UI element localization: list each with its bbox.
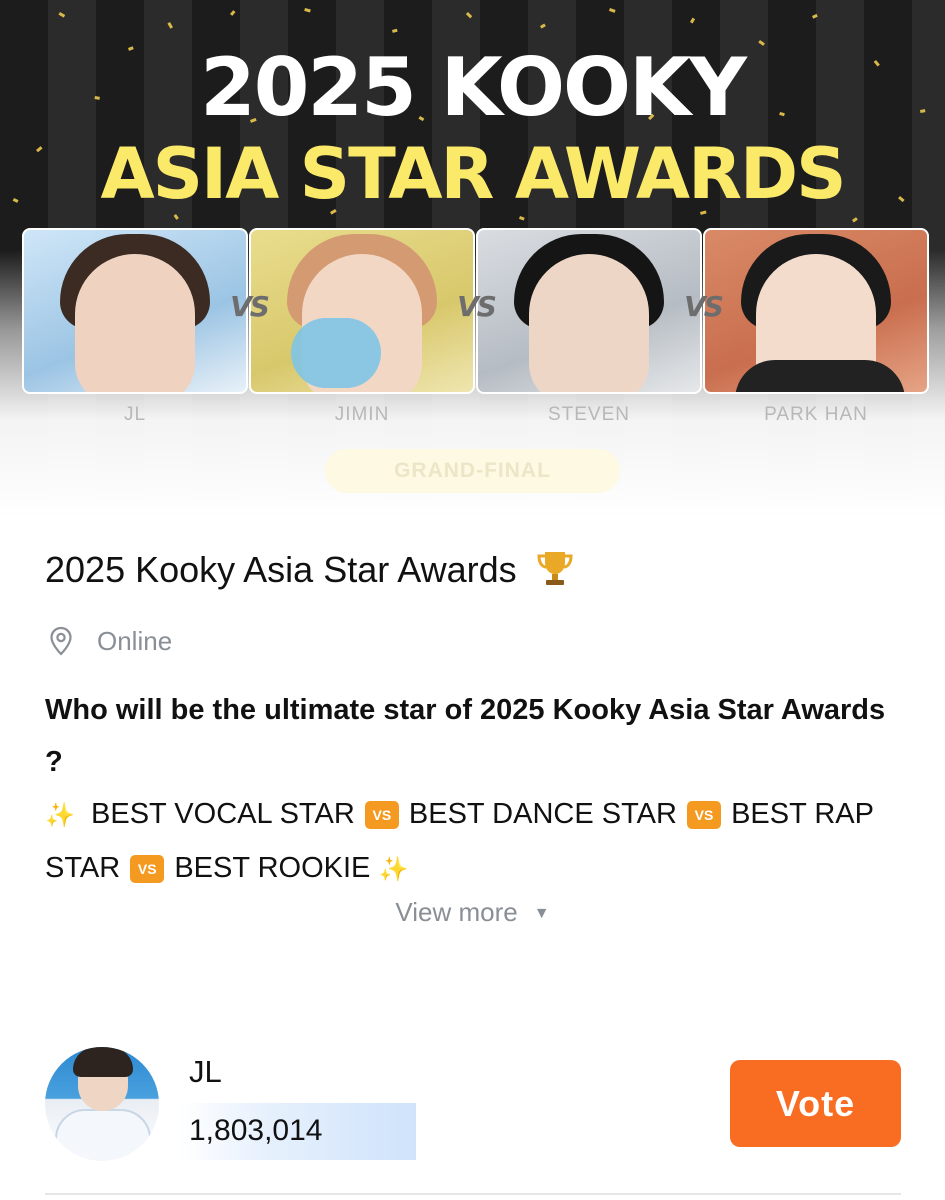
caret-down-icon: ▼ bbox=[533, 905, 550, 922]
stage-badge: GRAND-FINAL bbox=[325, 449, 620, 493]
candidate-name-label: PARK HAN bbox=[764, 404, 868, 425]
event-categories: ✨ BEST VOCAL STAR VS BEST DANCE STAR VS … bbox=[45, 788, 905, 896]
candidate-name-label: JIMIN bbox=[334, 404, 390, 425]
candidate-photo-park-han bbox=[703, 228, 929, 394]
event-description: Who will be the ultimate star of 2025 Ko… bbox=[45, 684, 905, 896]
candidate-name-label: JL bbox=[123, 404, 147, 425]
vs-badge-icon: VS bbox=[687, 801, 722, 829]
candidate-name-label: STEVEN bbox=[547, 404, 631, 425]
sparkle-icon: ✨ bbox=[45, 802, 75, 829]
vs-label: VS bbox=[684, 290, 724, 323]
candidate-names: JL JIMIN STEVEN PARK HAN bbox=[22, 404, 927, 430]
event-banner: 2025 KOOKY ASIA STAR AWARDS VS VS VS JL … bbox=[0, 0, 945, 530]
vs-label: VS bbox=[230, 290, 270, 323]
banner-title-line2: ASIA STAR AWARDS bbox=[100, 133, 846, 215]
event-title: 2025 Kooky Asia Star Awards bbox=[45, 548, 575, 597]
candidate-name: JL bbox=[189, 1054, 222, 1089]
sparkle-icon: ✨ bbox=[378, 856, 409, 883]
candidate-photo-jimin bbox=[249, 228, 475, 394]
vote-count: 1,803,014 bbox=[189, 1114, 323, 1147]
event-question: Who will be the ultimate star of 2025 Ko… bbox=[45, 694, 886, 778]
vs-badge-icon: VS bbox=[364, 801, 399, 829]
location-pin-icon bbox=[50, 626, 72, 656]
view-more-label: View more bbox=[395, 897, 518, 927]
view-more-button[interactable]: View more ▼ bbox=[0, 897, 945, 928]
vs-label: VS bbox=[457, 290, 497, 323]
vote-button[interactable]: Vote bbox=[730, 1060, 901, 1147]
vs-badge-icon: VS bbox=[130, 855, 165, 883]
event-title-text: 2025 Kooky Asia Star Awards bbox=[45, 549, 517, 591]
candidate-photo-jl bbox=[22, 228, 248, 394]
category-label: BEST DANCE STAR bbox=[408, 798, 677, 830]
candidate-photos: VS VS VS bbox=[22, 228, 929, 394]
divider bbox=[45, 1193, 901, 1195]
location-text: Online bbox=[97, 625, 173, 656]
category-label: BEST ROOKIE bbox=[174, 852, 371, 884]
candidate-photo-steven bbox=[476, 228, 702, 394]
trophy-icon bbox=[535, 548, 575, 597]
event-location: Online bbox=[45, 624, 172, 658]
category-label: BEST VOCAL STAR bbox=[91, 798, 355, 830]
avatar bbox=[45, 1047, 159, 1161]
banner-title-line1: 2025 KOOKY bbox=[200, 41, 747, 134]
